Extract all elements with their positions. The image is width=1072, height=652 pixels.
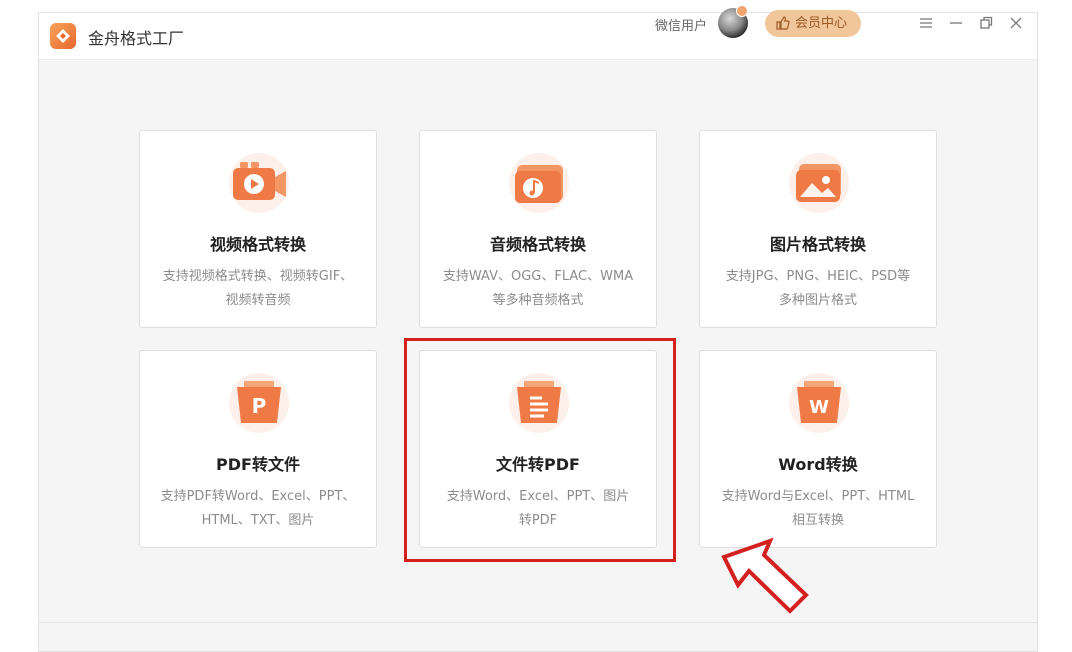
card-desc-line: 等多种音频格式 [492,293,584,308]
card-audio-convert[interactable]: 音频格式转换 支持WAV、OGG、FLAC、WMA 等多种音频格式 [419,130,657,328]
card-title: 视频格式转换 [209,235,306,254]
card-desc-line: 多种图片格式 [778,293,857,308]
card-word-convert[interactable]: W Word转换 支持Word与Excel、PPT、HTML 相互转换 [699,350,937,548]
card-video-convert[interactable]: 视频格式转换 支持视频格式转换、视频转GIF、 视频转音频 [139,130,377,328]
card-description: 支持Word与Excel、PPT、HTML 相互转换 [710,485,926,533]
restore-icon[interactable] [976,13,996,33]
app-title: 金舟格式工厂 [88,29,185,48]
card-description: 支持PDF转Word、Excel、PPT、 HTML、TXT、图片 [150,485,366,533]
highlight-annotation-box [404,338,676,562]
card-desc-line: 支持视频格式转换、视频转GIF、 [162,269,354,284]
thumb-up-icon [776,16,790,30]
card-description: 支持视频格式转换、视频转GIF、 视频转音频 [150,265,366,313]
card-desc-line: 支持WAV、OGG、FLAC、WMA [442,269,634,284]
card-pdf-to-file[interactable]: P PDF转文件 支持PDF转Word、Excel、PPT、 HTML、TXT、… [139,350,377,548]
card-desc-line: 支持PDF转Word、Excel、PPT、 [160,489,356,504]
image-icon [784,151,854,215]
card-title: 音频格式转换 [489,235,586,254]
minimize-icon[interactable] [946,13,966,33]
divider [38,622,1038,623]
card-title: PDF转文件 [216,455,300,474]
card-desc-line: HTML、TXT、图片 [201,513,315,528]
card-desc-line: 视频转音频 [225,293,291,308]
card-title: 图片格式转换 [769,235,866,254]
video-icon [224,151,294,215]
card-description: 支持WAV、OGG、FLAC、WMA 等多种音频格式 [430,265,646,313]
card-title: Word转换 [778,455,858,474]
vip-center-label: 会员中心 [795,16,848,31]
menu-icon[interactable] [916,13,936,33]
audio-icon [504,151,574,215]
word-glyph: W [809,397,829,418]
user-name[interactable]: 微信用户 [655,15,707,34]
card-desc-line: 相互转换 [791,513,844,528]
word-icon: W [784,371,854,435]
pointer-arrow-icon [721,537,809,614]
close-icon[interactable] [1006,13,1026,33]
notification-dot [736,5,748,17]
pdf-glyph: P [252,394,267,418]
pdf-icon: P [224,371,294,435]
vip-center-button[interactable]: 会员中心 [765,10,861,37]
app-logo-icon [50,23,76,49]
card-description: 支持JPG、PNG、HEIC、PSD等 多种图片格式 [710,265,926,313]
card-desc-line: 支持JPG、PNG、HEIC、PSD等 [725,269,911,284]
title-bar: 金舟格式工厂 [39,13,1037,60]
card-desc-line: 支持Word与Excel、PPT、HTML [721,489,915,504]
card-image-convert[interactable]: 图片格式转换 支持JPG、PNG、HEIC、PSD等 多种图片格式 [699,130,937,328]
